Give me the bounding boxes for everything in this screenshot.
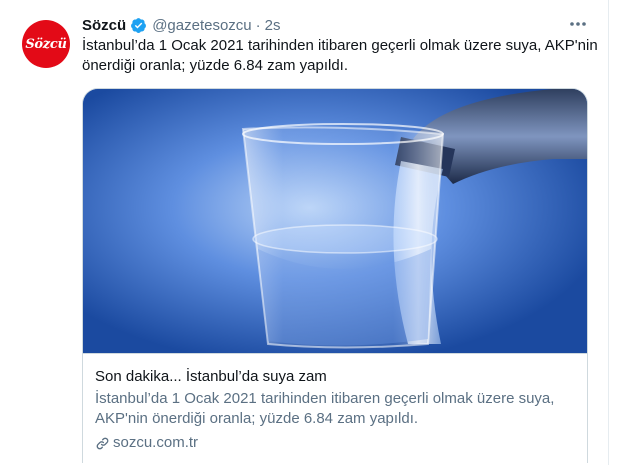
link-icon — [96, 437, 109, 449]
tweet[interactable]: Sözcü Sözcü @gazetesozcu · 2s İstanbul’d… — [0, 0, 608, 465]
timeline-border — [608, 0, 609, 465]
avatar-logo-text: Sözcü — [25, 36, 67, 52]
card-domain-text: sozcu.com.tr — [113, 434, 199, 451]
verified-badge-icon — [131, 17, 147, 33]
author-name[interactable]: Sözcü — [82, 17, 126, 34]
separator-dot: · — [255, 16, 261, 34]
avatar[interactable]: Sözcü — [22, 20, 70, 68]
more-dots-icon — [570, 22, 586, 26]
card-description: İstanbul’da 1 Ocak 2021 tarihinden itiba… — [95, 390, 555, 427]
tweet-header: Sözcü @gazetesozcu · 2s — [82, 14, 280, 36]
tweet-text: İstanbul’da 1 Ocak 2021 tarihinden itiba… — [82, 37, 598, 74]
card-image — [83, 89, 587, 353]
link-card[interactable]: Son dakika... İstanbul’da suya zam İstan… — [82, 88, 588, 463]
card-info: Son dakika... İstanbul’da suya zam İstan… — [83, 353, 587, 463]
more-options-button[interactable] — [563, 12, 593, 36]
card-title: Son dakika... İstanbul’da suya zam — [95, 368, 327, 385]
tweet-timestamp[interactable]: 2s — [265, 17, 281, 34]
author-handle[interactable]: @gazetesozcu — [152, 17, 251, 34]
card-domain: sozcu.com.tr — [95, 433, 198, 453]
